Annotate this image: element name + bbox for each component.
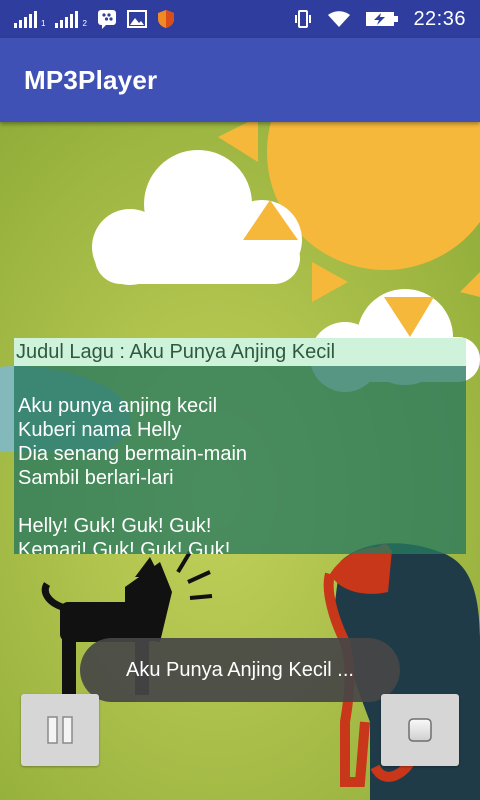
toast-message: Aku Punya Anjing Kecil ... (80, 638, 400, 702)
status-bar: 1 2 22:36 (0, 0, 480, 38)
app-title: MP3Player (24, 64, 158, 95)
stop-icon (408, 718, 432, 742)
sim1-signal-icon: 1 (14, 10, 45, 28)
battery-charging-icon (366, 12, 399, 26)
pause-icon (47, 716, 73, 744)
lyrics-line (18, 490, 466, 514)
sim2-label: 2 (82, 19, 87, 28)
status-left: 1 2 (0, 9, 175, 29)
content-area: Judul Lagu : Aku Punya Anjing Kecil Aku … (0, 122, 480, 800)
lyrics-text: Aku punya anjing kecil Kuberi nama Helly… (14, 366, 466, 554)
sim1-label: 1 (41, 19, 46, 28)
lyrics-line (18, 370, 466, 394)
wifi-icon (328, 11, 351, 27)
vibrate-icon (295, 10, 312, 28)
lyrics-line: Helly! Guk! Guk! Guk! (18, 515, 212, 537)
song-title: Judul Lagu : Aku Punya Anjing Kecil (14, 338, 466, 366)
app-bar: MP3Player (0, 38, 480, 122)
pause-button[interactable] (21, 694, 99, 766)
shield-icon (157, 10, 174, 28)
status-right: 22:36 (293, 8, 480, 31)
sim2-signal-icon: 2 (55, 10, 87, 28)
lyrics-line: Dia senang bermain-main (18, 443, 248, 465)
image-icon (126, 10, 147, 28)
bbm-icon (97, 10, 116, 29)
lyrics-line: Sambil berlari-lari (18, 467, 174, 489)
lyrics-line: Aku punya anjing kecil (18, 395, 218, 417)
clock: 22:36 (413, 7, 466, 30)
lyrics-panel[interactable]: Judul Lagu : Aku Punya Anjing Kecil Aku … (14, 338, 466, 554)
lyrics-line: Kuberi nama Helly (18, 419, 182, 441)
lyrics-line: Kemari! Guk! Guk! Guk! (18, 539, 231, 554)
stop-button[interactable] (381, 694, 459, 766)
